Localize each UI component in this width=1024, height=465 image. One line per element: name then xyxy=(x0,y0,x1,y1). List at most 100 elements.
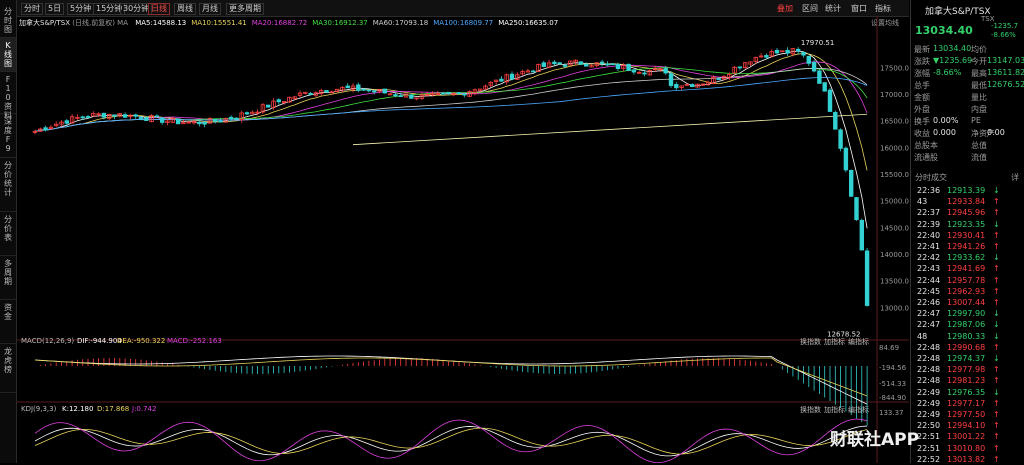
period-button-6[interactable]: 周线 xyxy=(174,3,196,15)
tick-p: 12945.96 xyxy=(947,208,986,218)
price-axis-label-3: 16000.00 xyxy=(880,144,909,152)
candle-body-59 xyxy=(345,85,350,89)
tick-row: 22:51 13001.22 ↑ xyxy=(911,432,1024,442)
candle-body-81 xyxy=(462,93,467,96)
tick-p: 12933.84 xyxy=(947,197,986,207)
rail-tab-8[interactable]: 龙 虎 榜 xyxy=(0,344,16,393)
rail-tab-6[interactable]: 多 周 期 xyxy=(0,256,16,300)
tick-t: 22:45 xyxy=(917,286,941,296)
candle-body-2 xyxy=(43,127,48,131)
candle-body-69 xyxy=(398,95,403,98)
period-button-0[interactable]: 分时 xyxy=(21,3,43,15)
tick-d: ↓ xyxy=(993,331,1000,341)
price-axis-label-9: 13000.00 xyxy=(880,304,909,312)
rail-tab-3[interactable]: 深 度 F 9 xyxy=(0,114,16,158)
toolbar-window-button[interactable]: 窗口 xyxy=(851,3,867,14)
macd-dif: DIF:-944.904 xyxy=(77,337,122,345)
candle-body-149 xyxy=(822,82,827,92)
macd-axis-2: -514.33 xyxy=(879,380,907,388)
candle-body-150 xyxy=(827,89,833,112)
chart-area[interactable]: 加拿大S&P/TSX (日线,前复权) MA MA5:14588.13 MA10:… xyxy=(17,16,909,463)
quote-row-1-l2: 今开 xyxy=(971,57,987,66)
candle-body-64 xyxy=(371,90,377,93)
toolbar-overlay-button[interactable]: 叠加 xyxy=(777,3,793,14)
price-axis-label-4: 15500.00 xyxy=(880,171,909,179)
tick-t: 22:39 xyxy=(917,219,941,229)
kdj-btn-0[interactable]: 换指数 xyxy=(800,405,821,415)
tick-p: 13001.22 xyxy=(947,432,986,442)
candle-body-80 xyxy=(456,92,462,95)
candle-body-10 xyxy=(85,116,91,118)
candle-body-23 xyxy=(154,115,160,118)
period-button-1[interactable]: 5日 xyxy=(45,3,65,15)
rail-tab-2[interactable]: F 1 0 资 料 xyxy=(0,72,16,120)
tick-t: 22:41 xyxy=(917,242,941,251)
rail-tab-1[interactable]: K 线 图 xyxy=(0,38,16,72)
high-label: 17970.51 xyxy=(801,39,834,47)
toolbar-stats-button[interactable]: 区间 xyxy=(802,3,818,14)
price-axis-label-0: 17500.00 xyxy=(880,64,909,72)
candle-body-68 xyxy=(393,94,398,97)
quote-row-9-l: 流通股 xyxy=(914,153,938,162)
candle-body-142 xyxy=(785,49,790,54)
macd-btn-0[interactable]: 换指数 xyxy=(800,337,821,347)
tick-t: 22:46 xyxy=(917,298,941,307)
candle-body-121 xyxy=(674,84,679,89)
kdj-btn-1[interactable]: 加指标 xyxy=(824,405,845,415)
macd-btn-2[interactable]: 编指标 xyxy=(848,337,869,347)
candle-body-71 xyxy=(409,94,414,99)
kdj-k: K:12.180 xyxy=(62,405,94,413)
tick-row: 22:49 12977.17 ↑ xyxy=(911,399,1024,409)
candle-body-99 xyxy=(557,62,562,65)
tick-row: 22:40 12930.41 ↑ xyxy=(911,231,1024,241)
period-button-8[interactable]: 更多周期 xyxy=(226,3,264,15)
tick-p: 13007.44 xyxy=(947,298,986,307)
ticks-detail-button[interactable]: 详 xyxy=(1011,172,1019,183)
candle-body-52 xyxy=(308,93,313,95)
toolbar-stats2-button[interactable]: 统计 xyxy=(825,3,841,14)
price-chart-svg: 17500.00 17000.00 16500.00 16000.00 15500.00… xyxy=(17,16,909,463)
ticks-title: 分时成交 xyxy=(915,173,947,182)
candle-body-145 xyxy=(801,52,806,56)
tick-t: 22:43 xyxy=(917,264,941,274)
kdj-btn-2[interactable]: 编指标 xyxy=(848,405,869,415)
tick-t: 22:36 xyxy=(917,186,941,195)
tick-row: 22:49 12977.50 ↑ xyxy=(911,410,1024,420)
period-button-5[interactable]: 日线 xyxy=(148,3,170,15)
quote-row-0-l2: 均价 xyxy=(971,45,987,54)
kdj-j: J:0.742 xyxy=(132,405,157,413)
candle-body-100 xyxy=(562,65,568,67)
candle-body-94 xyxy=(531,70,536,73)
tick-d: ↑ xyxy=(993,342,1000,352)
price-axis-label-2: 16500.00 xyxy=(880,118,909,126)
candle-body-138 xyxy=(764,55,769,58)
period-button-7[interactable]: 月线 xyxy=(199,3,221,15)
candle-body-17 xyxy=(122,114,128,118)
tick-row: 22:48 12977.98 ↑ xyxy=(911,365,1024,375)
rail-tab-0[interactable]: 分 时 图 xyxy=(0,4,16,38)
candle-body-15 xyxy=(112,114,117,117)
watermark: 财联社APP xyxy=(830,430,920,450)
rail-tab-5[interactable]: 分 价 表 xyxy=(0,212,16,256)
quote-row-2-l2: 最高 xyxy=(971,69,987,78)
quote-row-7-v2: 0.00 xyxy=(987,128,1005,137)
rail-tab-7[interactable]: 资 金 xyxy=(0,300,16,344)
left-tab-rail: 分 时 图K 线 图F 1 0 资 料深 度 F 9分 价 统 计分 价 表多 … xyxy=(0,0,17,463)
quote-row-4-l2: 量比 xyxy=(971,93,987,102)
tick-d: ↑ xyxy=(993,443,1000,453)
period-button-2[interactable]: 5分钟 xyxy=(67,3,95,15)
macd-btn-1[interactable]: 加指标 xyxy=(824,337,845,347)
tick-d: ↑ xyxy=(993,286,1000,296)
macd-dea: DEA:-950.322 xyxy=(117,337,166,345)
candle-body-21 xyxy=(144,117,149,121)
price-axis-label-8: 13500.00 xyxy=(880,278,909,286)
candle-body-103 xyxy=(578,61,584,65)
tick-p: 12997.90 xyxy=(947,309,986,319)
quote-row-0-l: 最新 xyxy=(914,45,930,54)
quote-row-1-v: ▼1235.69 xyxy=(933,56,973,65)
toolbar-more-button[interactable]: 指标 xyxy=(875,3,891,14)
tick-row: 22:47 12997.90 ↓ xyxy=(911,309,1024,319)
tick-row: 22:44 12957.78 ↑ xyxy=(911,276,1024,286)
candle-body-110 xyxy=(615,63,621,69)
rail-tab-4[interactable]: 分 价 统 计 xyxy=(0,158,16,212)
